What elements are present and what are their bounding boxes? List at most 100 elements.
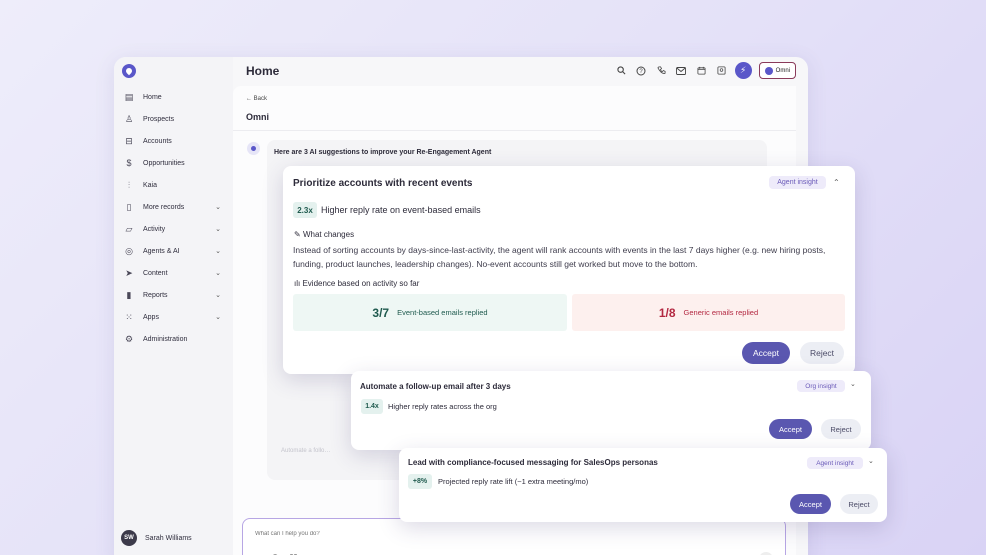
ai-intro-text: Here are 3 AI suggestions to improve you…	[274, 149, 492, 156]
sidebar-item-reports[interactable]: ▮ Reports ⌄	[114, 284, 233, 306]
metric-text: Higher reply rates across the org	[388, 402, 497, 411]
change-description: Instead of sorting accounts by days-sinc…	[293, 245, 826, 269]
send-icon: ➤	[125, 267, 133, 278]
sidebar-item-label: Prospects	[143, 115, 175, 123]
sidebar-item-label: Apps	[143, 313, 159, 321]
layout-icon: ▤	[124, 91, 134, 102]
evidence-generic: 1/8 Generic emails replied	[572, 294, 845, 331]
reject-button[interactable]: Reject	[821, 419, 861, 439]
contact-card-icon[interactable]	[715, 64, 728, 77]
chevron-up-icon[interactable]: ⌃	[833, 178, 840, 187]
insight-tag: Agent insight	[807, 457, 863, 469]
sidebar-item-label: Content	[143, 269, 168, 277]
suggestion-card-followup: Automate a follow-up email after 3 days …	[351, 371, 871, 450]
metric-chip: 1.4x	[361, 399, 383, 414]
chat-composer: + @ ☷ ⟲ ♪ ↑	[242, 518, 786, 555]
sidebar-item-label: Agents & AI	[143, 247, 180, 255]
evidence-label: ılı Evidence based on activity so far	[294, 279, 419, 288]
sidebar-item-administration[interactable]: ⚙ Administration	[114, 328, 233, 350]
bar-chart-icon: ılı	[294, 279, 301, 288]
sidebar-item-content[interactable]: ➤ Content ⌄	[114, 262, 233, 284]
activity-icon: ▱	[125, 223, 133, 234]
sidebar: ▤ Home ♙ Prospects ⊟ Accounts $ Opportunities ⫶ K…	[114, 57, 233, 555]
omni-logo-icon	[764, 66, 773, 75]
metric-text: Higher reply rate on event-based emails	[321, 205, 481, 215]
accept-button[interactable]: Accept	[742, 342, 790, 364]
top-header: Home ? ⚡ Omni	[233, 57, 808, 86]
sidebar-item-label: Home	[143, 93, 162, 101]
metric-chip: +8%	[408, 474, 432, 489]
sidebar-item-kaia[interactable]: ⫶ Kaia	[114, 174, 233, 196]
sidebar-item-label: More records	[143, 203, 185, 211]
what-changes-text: What changes	[302, 230, 355, 239]
chevron-down-icon[interactable]: ⌄	[213, 203, 223, 211]
calendar-icon[interactable]	[695, 64, 708, 77]
pencil-icon: ✎	[294, 230, 301, 239]
accept-button[interactable]: Accept	[790, 494, 831, 514]
metric-text: Projected reply rate lift (~1 extra meet…	[438, 477, 589, 486]
metric-chip: 2.3x	[293, 202, 317, 218]
search-icon[interactable]	[615, 64, 628, 77]
evidence-event-based: 3/7 Event-based emails replied	[293, 294, 567, 331]
sidebar-item-home[interactable]: ▤ Home	[114, 86, 233, 108]
ai-bolt-icon[interactable]: ⚡	[734, 62, 752, 79]
brand-logo-icon[interactable]	[122, 64, 136, 78]
sidebar-item-label: Administration	[143, 335, 188, 343]
user-profile[interactable]: SW Sarah Williams	[121, 530, 192, 546]
waveform-icon: ⫶	[127, 179, 131, 190]
sidebar-item-label: Accounts	[143, 137, 172, 145]
help-icon[interactable]: ?	[635, 64, 648, 77]
grid-icon: ⁙	[125, 311, 133, 322]
chat-input[interactable]	[255, 531, 555, 537]
phone-icon[interactable]	[655, 64, 668, 77]
sidebar-item-activity[interactable]: ▱ Activity ⌄	[114, 218, 233, 240]
briefcase-icon: ⊟	[125, 135, 133, 146]
gear-icon: ⚙	[124, 333, 134, 344]
sidebar-item-label: Opportunities	[143, 159, 185, 167]
sidebar-item-agents-ai[interactable]: ◎ Agents & AI ⌄	[114, 240, 233, 262]
user-icon: ♙	[124, 113, 134, 124]
evidence-label-text: Event-based emails replied	[397, 308, 488, 317]
sidebar-item-label: Reports	[143, 291, 168, 299]
sidebar-item-label: Activity	[143, 225, 166, 233]
sidebar-nav: ▤ Home ♙ Prospects ⊟ Accounts $ Opportunities ⫶ K…	[114, 86, 233, 350]
insight-tag: Agent insight	[769, 176, 826, 189]
suggestion-card-events: Prioritize accounts with recent events A…	[283, 166, 855, 374]
avatar: SW	[121, 530, 137, 546]
chevron-down-icon[interactable]: ⌄	[213, 225, 223, 233]
file-icon: ▯	[126, 201, 132, 212]
reject-button[interactable]: Reject	[800, 342, 844, 364]
user-name: Sarah Williams	[145, 534, 192, 542]
bar-chart-icon: ▮	[126, 289, 132, 300]
chevron-down-icon[interactable]: ⌄	[850, 380, 856, 388]
sidebar-item-prospects[interactable]: ♙ Prospects	[114, 108, 233, 130]
sidebar-item-apps[interactable]: ⁙ Apps ⌄	[114, 306, 233, 328]
sidebar-item-accounts[interactable]: ⊟ Accounts	[114, 130, 233, 152]
reject-button[interactable]: Reject	[840, 494, 878, 514]
chevron-down-icon[interactable]: ⌄	[213, 269, 223, 277]
agent-icon: ◎	[125, 245, 133, 256]
suggestion-title: Prioritize accounts with recent events	[293, 178, 473, 189]
sidebar-item-label: Kaia	[143, 181, 158, 189]
mail-icon[interactable]	[675, 64, 688, 77]
sidebar-item-more-records[interactable]: ▯ More records ⌄	[114, 196, 233, 218]
suggestion-title: Lead with compliance-focused messaging f…	[408, 458, 658, 467]
omni-title: Omni	[246, 112, 270, 122]
accept-button[interactable]: Accept	[769, 419, 812, 439]
back-link[interactable]: ← Back	[246, 96, 267, 102]
chevron-down-icon[interactable]: ⌄	[868, 457, 874, 465]
suggestion-card-compliance: Lead with compliance-focused messaging f…	[399, 448, 887, 522]
omni-button[interactable]: Omni	[758, 62, 796, 79]
sidebar-item-opportunities[interactable]: $ Opportunities	[114, 152, 233, 174]
what-changes-label: ✎ What changes	[294, 230, 354, 239]
dollar-icon: $	[126, 158, 132, 168]
chevron-down-icon[interactable]: ⌄	[213, 313, 223, 321]
chevron-down-icon[interactable]: ⌄	[213, 291, 223, 299]
evidence-value: 1/8	[658, 305, 676, 320]
ai-avatar-icon	[247, 142, 260, 155]
faded-suggestion-text: Automate a follo…	[281, 448, 331, 454]
suggestion-title: Automate a follow-up email after 3 days	[360, 382, 511, 391]
evidence-value: 3/7	[372, 305, 390, 320]
omni-button-label: Omni	[775, 67, 790, 74]
chevron-down-icon[interactable]: ⌄	[213, 247, 223, 255]
